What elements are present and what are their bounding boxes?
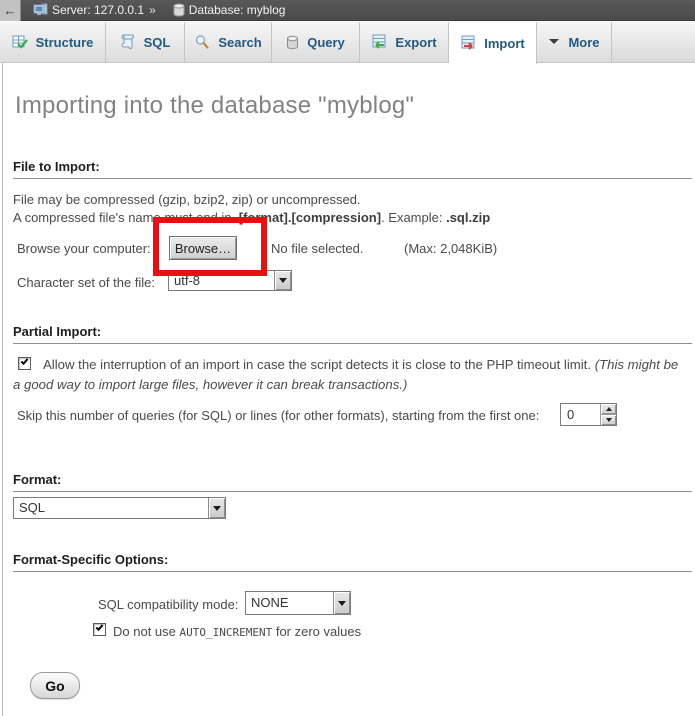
tab-sql[interactable]: SQL bbox=[106, 22, 185, 62]
auto-increment-label: Do not use AUTO_INCREMENT for zero value… bbox=[113, 624, 361, 639]
skip-queries-value: 0 bbox=[561, 404, 600, 425]
section-file-to-import: File to Import: bbox=[13, 159, 692, 179]
charset-selected-value: utf-8 bbox=[169, 271, 274, 290]
tab-structure[interactable]: Structure bbox=[0, 22, 106, 62]
skip-queries-label: Skip this number of queries (for SQL) or… bbox=[17, 408, 539, 423]
content-left-border bbox=[2, 63, 3, 716]
allow-interrupt-text: Allow the interruption of an import in c… bbox=[13, 355, 683, 395]
section-format: Format: bbox=[13, 472, 692, 492]
tab-label: Structure bbox=[36, 35, 94, 50]
phpmyadmin-import-page: ← Server: 127.0.0.1 » Database: myblog bbox=[0, 0, 695, 716]
go-button[interactable]: Go bbox=[30, 672, 80, 699]
charset-select[interactable]: utf-8 bbox=[168, 270, 292, 291]
breadcrumb-server[interactable]: Server: 127.0.0.1 bbox=[52, 3, 144, 17]
tab-export[interactable]: Export bbox=[360, 22, 449, 62]
chevron-down-icon bbox=[548, 38, 560, 46]
compress-info-line1: File may be compressed (gzip, bzip2, zip… bbox=[13, 192, 361, 207]
charset-label: Character set of the file: bbox=[17, 275, 155, 290]
sql-icon bbox=[120, 34, 136, 50]
section-partial-import: Partial Import: bbox=[13, 324, 692, 344]
tab-search[interactable]: Search bbox=[185, 22, 272, 62]
tab-import[interactable]: Import bbox=[449, 22, 537, 64]
server-icon bbox=[33, 3, 48, 17]
spin-down-button[interactable] bbox=[601, 414, 616, 425]
format-select[interactable]: SQL bbox=[13, 497, 226, 519]
tab-label: Query bbox=[307, 35, 345, 50]
spin-up-button[interactable] bbox=[601, 404, 616, 414]
auto-increment-checkbox[interactable] bbox=[93, 623, 106, 636]
tab-label: More bbox=[568, 35, 599, 50]
import-icon bbox=[460, 35, 476, 51]
section-format-options: Format-Specific Options: bbox=[13, 552, 692, 572]
structure-icon bbox=[12, 34, 28, 50]
no-file-selected-text: No file selected. bbox=[271, 241, 364, 256]
back-button[interactable]: ← bbox=[0, 0, 21, 21]
export-icon bbox=[371, 34, 387, 50]
search-icon bbox=[194, 34, 210, 50]
sql-compat-label: SQL compatibility mode: bbox=[98, 597, 238, 612]
compress-info-line2: A compressed file's name must end in .[f… bbox=[13, 210, 490, 225]
breadcrumb-bar: ← Server: 127.0.0.1 » Database: myblog bbox=[0, 0, 695, 21]
dropdown-arrow-icon[interactable] bbox=[274, 271, 291, 290]
breadcrumb-database[interactable]: Database: myblog bbox=[189, 3, 286, 17]
tab-label: Import bbox=[484, 36, 524, 51]
skip-queries-input[interactable]: 0 bbox=[560, 403, 617, 426]
tab-bar: Structure SQL Search bbox=[0, 22, 695, 63]
dropdown-arrow-icon[interactable] bbox=[333, 592, 350, 614]
query-database-icon bbox=[286, 35, 299, 50]
sql-compat-selected-value: NONE bbox=[246, 592, 333, 614]
tab-label: Export bbox=[395, 35, 436, 50]
tab-query[interactable]: Query bbox=[272, 22, 360, 62]
dropdown-arrow-icon[interactable] bbox=[208, 498, 225, 518]
page-title: Importing into the database "myblog" bbox=[15, 92, 414, 120]
format-selected-value: SQL bbox=[14, 498, 208, 518]
database-icon bbox=[173, 3, 185, 17]
checkmark-icon bbox=[96, 623, 104, 631]
max-size-text: (Max: 2,048KiB) bbox=[404, 241, 497, 256]
tab-more[interactable]: More bbox=[537, 22, 612, 62]
breadcrumb-separator: » bbox=[149, 3, 156, 17]
sql-compat-select[interactable]: NONE bbox=[245, 591, 351, 615]
tab-label: Search bbox=[218, 35, 261, 50]
tab-label: SQL bbox=[144, 35, 171, 50]
browse-label: Browse your computer: bbox=[17, 241, 151, 256]
browse-button[interactable]: Browse… bbox=[169, 236, 237, 260]
